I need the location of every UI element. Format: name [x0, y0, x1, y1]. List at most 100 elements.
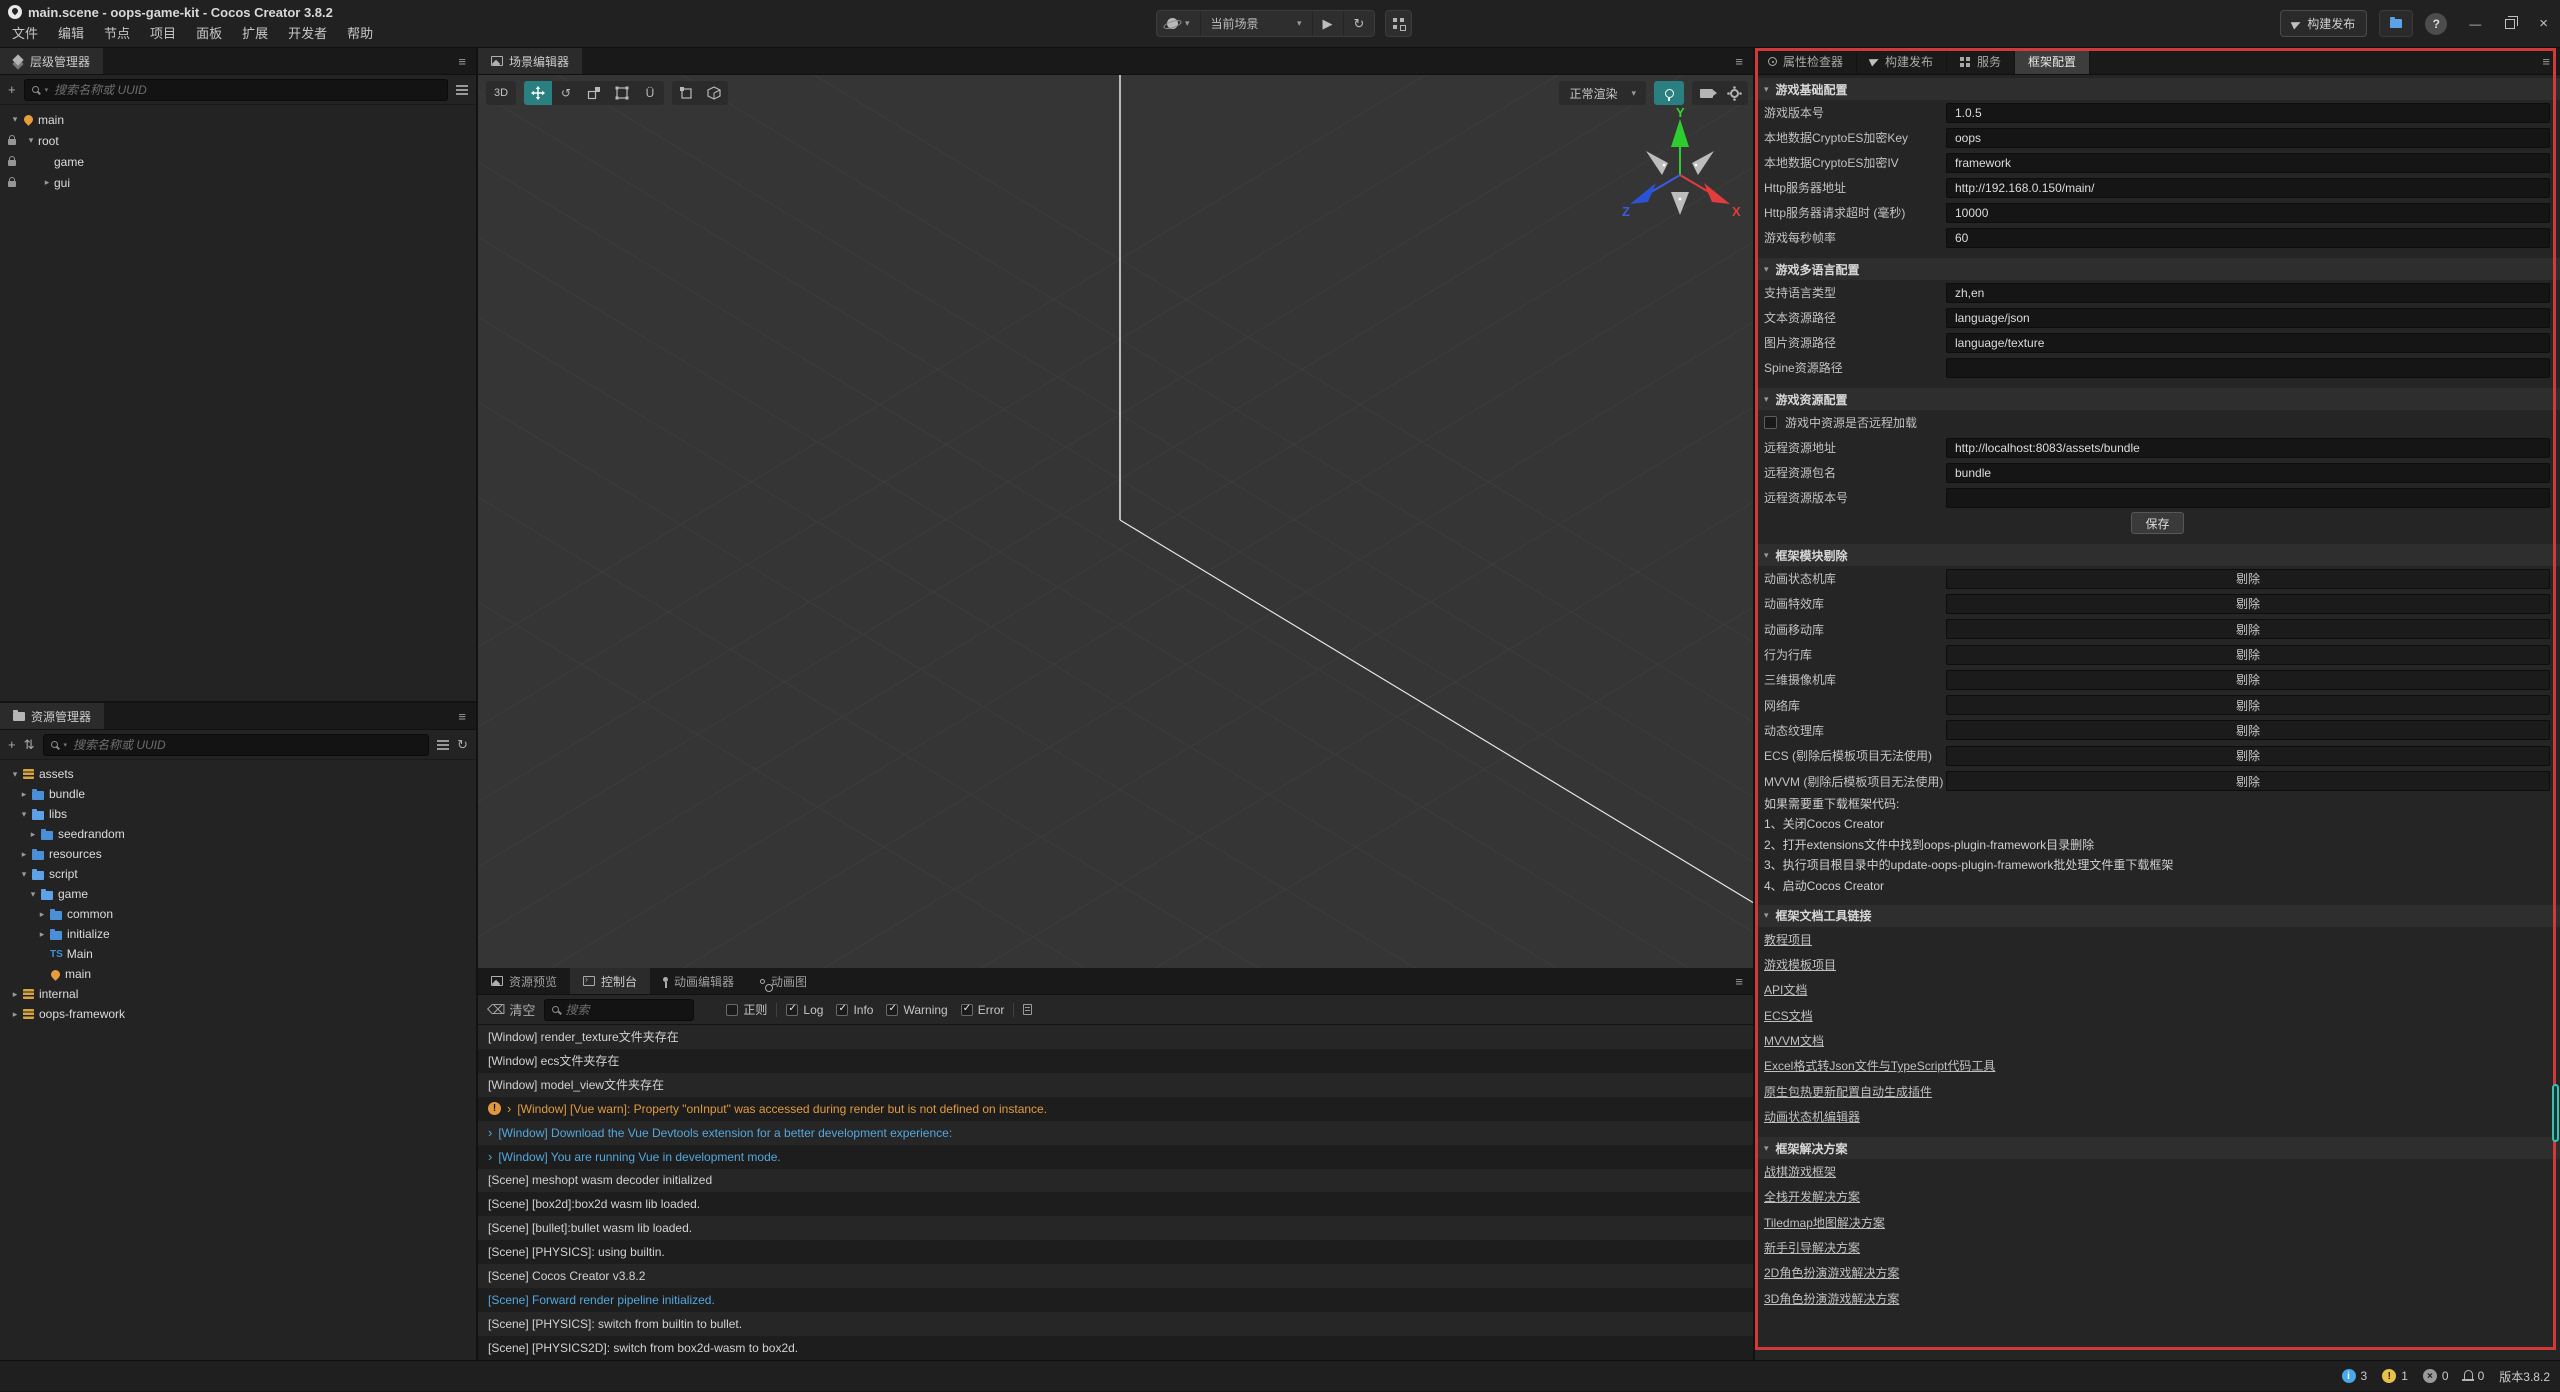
field-input[interactable]: [1946, 463, 2550, 483]
expand-arrow-icon[interactable]: ›: [507, 1104, 511, 1114]
log-row[interactable]: [Scene] [PHYSICS]: switch from builtin t…: [478, 1312, 1753, 1336]
panel-menu-icon[interactable]: ≡: [1735, 54, 1743, 69]
section-header-2[interactable]: ▾游戏资源配置: [1755, 388, 2560, 410]
clear-console-button[interactable]: ⌫清空: [487, 1000, 535, 1019]
hierarchy-search-input[interactable]: [54, 83, 440, 97]
filter-log-checkbox[interactable]: Log: [786, 1003, 823, 1017]
tab-scene-editor[interactable]: 场景编辑器: [478, 48, 582, 74]
tab-anim-editor[interactable]: 动画编辑器: [650, 968, 747, 994]
tab-anim-graph[interactable]: 动画图: [747, 968, 820, 994]
field-input[interactable]: [1946, 283, 2550, 303]
doc-link[interactable]: Tiledmap地图解决方案: [1764, 1214, 1885, 1231]
chevron-down-icon[interactable]: ▾: [26, 889, 40, 900]
doc-link[interactable]: 战棋游戏框架: [1764, 1163, 1836, 1180]
doc-link[interactable]: 教程项目: [1764, 931, 1812, 948]
assets-search-input[interactable]: [73, 738, 421, 752]
doc-link[interactable]: Excel格式转Json文件与TypeScript代码工具: [1764, 1057, 1995, 1074]
scene-camera-button[interactable]: [1692, 81, 1720, 105]
log-row[interactable]: [Scene] [PHYSICS]: using builtin.: [478, 1240, 1753, 1264]
field-input[interactable]: [1946, 333, 2550, 353]
doc-link[interactable]: 游戏模板项目: [1764, 956, 1836, 973]
tab-assets[interactable]: 资源管理器: [0, 703, 104, 729]
remove-module-button[interactable]: 剔除: [1946, 569, 2550, 589]
render-mode-select[interactable]: 正常渲染 ▾: [1559, 81, 1646, 105]
scale-tool-button[interactable]: [580, 81, 608, 105]
move-tool-button[interactable]: [524, 81, 552, 105]
log-row[interactable]: !›[Window] [Vue warn]: Property "onInput…: [478, 1097, 1753, 1121]
menu-item[interactable]: 帮助: [337, 20, 383, 45]
panel-menu-icon[interactable]: ≡: [2542, 54, 2550, 69]
field-input[interactable]: [1946, 228, 2550, 248]
rotate-tool-button[interactable]: ↺: [552, 81, 580, 105]
asset-node-seedrandom[interactable]: ▸seedrandom: [0, 824, 476, 844]
log-row[interactable]: [Window] model_view文件夹存在: [478, 1073, 1753, 1097]
sort-assets-icon[interactable]: ⇅: [24, 737, 35, 753]
gizmo-gray-cone[interactable]: [1646, 151, 1668, 175]
remove-module-button[interactable]: 剔除: [1946, 670, 2550, 690]
field-input[interactable]: [1946, 153, 2550, 173]
asset-node-script[interactable]: ▾script: [0, 864, 476, 884]
chevron-right-icon[interactable]: ▸: [8, 1009, 22, 1020]
scene-select[interactable]: 当前场景 ▾: [1201, 11, 1313, 36]
asset-node-main[interactable]: main: [0, 964, 476, 984]
asset-node-common[interactable]: ▸common: [0, 904, 476, 924]
build-publish-button[interactable]: 构建发布: [2280, 10, 2367, 37]
section-header-4[interactable]: ▾框架文档工具链接: [1755, 905, 2560, 927]
lighting-toggle-button[interactable]: [1654, 81, 1684, 105]
doc-link[interactable]: ECS文档: [1764, 1007, 1813, 1024]
asset-node-Main[interactable]: TSMain: [0, 944, 476, 964]
doc-link[interactable]: 全栈开发解决方案: [1764, 1188, 1860, 1205]
chevron-right-icon[interactable]: ▸: [40, 177, 54, 188]
hierarchy-node-gui[interactable]: ▸gui: [0, 172, 476, 193]
gizmo-gray-cone[interactable]: [1692, 151, 1714, 175]
doc-link[interactable]: 新手引导解决方案: [1764, 1239, 1860, 1256]
asset-node-internal[interactable]: ▸internal: [0, 984, 476, 1004]
filter-icon[interactable]: [437, 740, 449, 742]
save-button[interactable]: 保存: [2131, 512, 2183, 534]
expand-arrow-icon[interactable]: ›: [488, 1128, 492, 1138]
info-count-badge[interactable]: i3: [2342, 1369, 2368, 1383]
expand-arrow-icon[interactable]: ›: [488, 1152, 492, 1162]
scene-viewport[interactable]: Y X Z 3D ↺: [478, 75, 1753, 968]
hierarchy-node-main[interactable]: ▾main: [0, 109, 476, 130]
gizmo-x-cone[interactable]: [1704, 183, 1730, 204]
tab-console[interactable]: 控制台: [570, 968, 650, 994]
toggle-3d-button[interactable]: 3D: [486, 81, 516, 105]
remove-module-button[interactable]: 剔除: [1946, 771, 2550, 791]
tab-framework-config[interactable]: 框架配置: [2015, 48, 2090, 74]
coordinate-mode-button[interactable]: [700, 81, 728, 105]
asset-node-oops-framework[interactable]: ▸oops-framework: [0, 1004, 476, 1024]
console-search-input[interactable]: [565, 1003, 722, 1017]
rect-tool-button[interactable]: [608, 81, 636, 105]
asset-node-initialize[interactable]: ▸initialize: [0, 924, 476, 944]
chevron-right-icon[interactable]: ▸: [17, 789, 31, 800]
log-row[interactable]: [Scene] [box2d]:box2d wasm lib loaded.: [478, 1192, 1753, 1216]
field-input[interactable]: [1946, 203, 2550, 223]
chevron-right-icon[interactable]: ▸: [35, 929, 49, 940]
panel-menu-icon[interactable]: ≡: [458, 54, 466, 69]
chevron-down-icon[interactable]: ▾: [8, 114, 22, 125]
remove-module-button[interactable]: 剔除: [1946, 594, 2550, 614]
chevron-right-icon[interactable]: ▸: [8, 989, 22, 1000]
filter-warning-checkbox[interactable]: Warning: [886, 1003, 947, 1017]
chevron-down-icon[interactable]: ▾: [8, 769, 22, 780]
section-header-0[interactable]: ▾游戏基础配置: [1755, 78, 2560, 100]
field-input[interactable]: [1946, 488, 2550, 508]
refresh-assets-icon[interactable]: ↻: [457, 737, 468, 753]
doc-link[interactable]: 动画状态机编辑器: [1764, 1108, 1860, 1125]
create-node-button[interactable]: +: [8, 82, 16, 97]
hierarchy-node-root[interactable]: ▾root: [0, 130, 476, 151]
field-input[interactable]: [1946, 308, 2550, 328]
tab-hierarchy[interactable]: 层级管理器: [0, 48, 103, 74]
filter-icon[interactable]: [456, 85, 468, 87]
field-input[interactable]: [1946, 128, 2550, 148]
panel-menu-icon[interactable]: ≡: [458, 709, 466, 724]
section-header-1[interactable]: ▾游戏多语言配置: [1755, 258, 2560, 280]
log-row[interactable]: ›[Window] You are running Vue in develop…: [478, 1145, 1753, 1169]
filter-error-checkbox[interactable]: Error: [961, 1003, 1005, 1017]
menu-item[interactable]: 节点: [94, 20, 140, 45]
hierarchy-node-game[interactable]: game: [0, 151, 476, 172]
remove-module-button[interactable]: 剔除: [1946, 645, 2550, 665]
asset-node-game[interactable]: ▾game: [0, 884, 476, 904]
chevron-down-icon[interactable]: ▾: [17, 809, 31, 820]
